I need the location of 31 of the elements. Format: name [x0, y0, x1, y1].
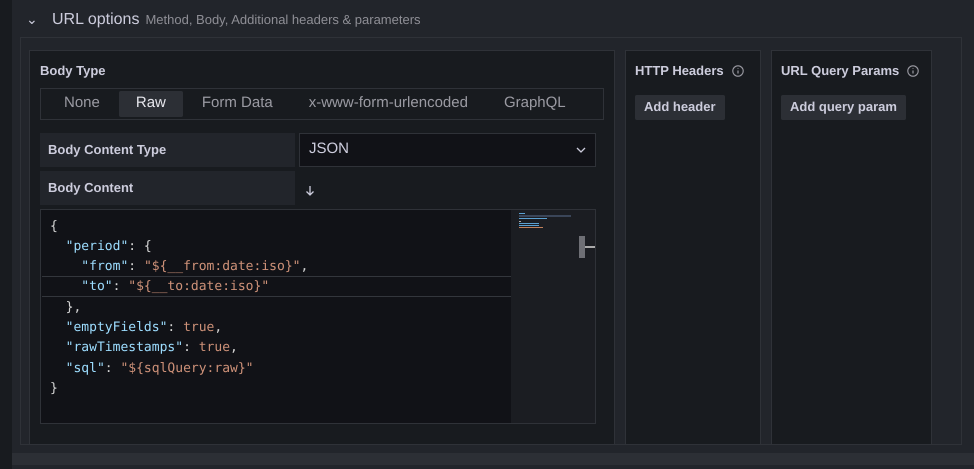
query-params-title: URL Query Params	[781, 62, 900, 80]
body-type-label: Body Type	[40, 62, 106, 80]
content-type-select[interactable]: JSON	[299, 132, 596, 166]
code-line: "emptyFields": true,	[64, 318, 224, 337]
add-query-param-button[interactable]: Add query param	[781, 94, 906, 120]
body-type-tab[interactable]: None	[47, 90, 117, 116]
code-editor[interactable]: { "period": { "from": "${__from:date:iso}", "to": "${__to:date:iso}" }, "emptyFields": true, "rawTimestamps": true, "sql": "${sqlQuery:raw}" }	[40, 208, 596, 424]
code-line: "rawTimestamps": true,	[64, 339, 239, 358]
chevron-icon[interactable]: ⌄	[26, 14, 36, 24]
code-line: "period": {	[64, 238, 153, 256]
body-type-tab[interactable]: Form Data	[184, 90, 290, 116]
code-line: },	[64, 298, 82, 317]
body-type-tab[interactable]: GraphQL	[486, 90, 583, 116]
add-header-button[interactable]: Add header	[635, 94, 725, 120]
code-line: }	[49, 380, 59, 398]
headers-title: HTTP Headers	[635, 62, 724, 80]
section-subtitle: Method, Body, Additional headers & parameters	[145, 11, 421, 29]
body-content-label: Body Content	[40, 170, 295, 204]
section-title: URL options	[52, 10, 140, 30]
info-icon[interactable]	[907, 64, 920, 77]
body-type-tab[interactable]: x-www-form-urlencoded	[292, 90, 485, 116]
chevron-down-icon	[576, 146, 586, 152]
code-line: "sql": "${sqlQuery:raw}"	[64, 360, 255, 378]
arrow-down-icon[interactable]	[305, 185, 315, 196]
body-type-tab[interactable]: Raw	[118, 90, 183, 116]
code-line: "to": "${__to:date:iso}"	[42, 276, 511, 297]
content-type-label: Body Content Type	[40, 132, 295, 166]
code-line: {	[49, 218, 59, 236]
scrollbar-thumb[interactable]	[579, 236, 585, 258]
info-icon[interactable]	[732, 64, 744, 77]
code-line: "from": "${__from:date:iso}",	[80, 258, 310, 276]
